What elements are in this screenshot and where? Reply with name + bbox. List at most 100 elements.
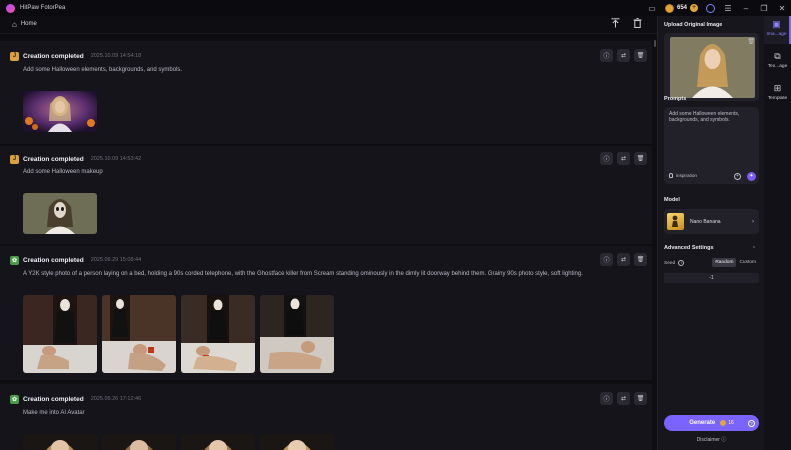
card-prompt: Make me into AI Avatar xyxy=(23,410,85,416)
app-window: HitPaw FotorPea ▭ 654 + ☰ – ❐ ✕ ⌂ Home J… xyxy=(0,0,791,450)
credits-count: 654 xyxy=(676,5,687,11)
generate-label: Generate xyxy=(689,420,716,426)
seed-random-option[interactable]: Random xyxy=(712,258,737,267)
maximize-icon[interactable]: ❐ xyxy=(755,0,773,16)
regenerate-button[interactable]: ⇄ xyxy=(617,392,630,405)
menu-icon[interactable]: ☰ xyxy=(719,0,737,16)
credits-badge[interactable]: 654 + xyxy=(664,3,698,13)
card-prompt: Add some Halloween elements, backgrounds… xyxy=(23,67,183,73)
generate-button[interactable]: Generate 16 ? xyxy=(664,415,759,431)
upload-label: Upload Original Image xyxy=(664,22,723,28)
rail-item-template[interactable]: ⊞ Template xyxy=(764,80,791,108)
regenerate-button[interactable]: ⇄ xyxy=(617,152,630,165)
chat-icon[interactable]: ▭ xyxy=(643,0,661,16)
inspiration-label: inspiration xyxy=(676,173,697,178)
result-thumbnail[interactable] xyxy=(181,295,255,373)
advanced-settings-label: Advanced Settings xyxy=(664,245,714,251)
result-thumbnail[interactable] xyxy=(23,91,97,132)
rail-item-label: Template xyxy=(767,96,788,101)
trash-icon xyxy=(633,18,641,28)
inspiration-button[interactable]: inspiration xyxy=(669,173,697,178)
delete-button[interactable]: 🗑 xyxy=(634,49,647,62)
help-icon[interactable]: ? xyxy=(748,419,755,427)
seed-mode-toggle[interactable]: Random Custom xyxy=(712,258,759,267)
template-icon: ⊞ xyxy=(773,83,782,93)
model-selector[interactable]: Nano Banana › xyxy=(664,209,759,234)
card-badge: J xyxy=(10,154,19,164)
chevron-up-icon[interactable]: ⌃ xyxy=(752,246,756,252)
coin-icon xyxy=(664,3,674,13)
model-label: Model xyxy=(664,197,680,203)
info-icon[interactable]: i xyxy=(678,260,685,266)
image-icon: ▣ xyxy=(772,19,781,29)
model-thumbnail xyxy=(667,213,684,230)
settings-panel: Upload Original Image 🗑 Prompts Add some… xyxy=(657,16,764,450)
result-thumbnail[interactable] xyxy=(23,295,97,373)
disclaimer-link[interactable]: Disclaimer ⓘ xyxy=(658,436,765,443)
creation-feed: J Creation completed 2025.10.09 14:54:18… xyxy=(0,34,652,450)
info-button[interactable]: ⓘ xyxy=(600,152,613,165)
card-badge: J xyxy=(10,51,19,61)
delete-button[interactable]: 🗑 xyxy=(634,253,647,266)
regenerate-button[interactable]: ⇄ xyxy=(617,49,630,62)
card-prompt: A Y2K style photo of a person laying on … xyxy=(23,271,583,277)
seed-input[interactable]: -1 xyxy=(664,273,759,283)
result-thumbnail[interactable] xyxy=(102,295,176,373)
close-icon[interactable]: ✕ xyxy=(773,0,791,16)
info-button[interactable]: ⓘ xyxy=(600,392,613,405)
rail-item-label: Ima...age xyxy=(766,32,787,37)
result-thumbnail[interactable] xyxy=(260,434,334,450)
enhance-prompt-icon[interactable]: ✦ xyxy=(747,172,756,181)
result-thumbnail[interactable] xyxy=(23,193,97,234)
generate-cost: 16 xyxy=(728,420,734,426)
rail-item-label: Tex...age xyxy=(767,64,788,69)
result-thumbnail[interactable] xyxy=(181,434,255,450)
delete-all-button[interactable] xyxy=(631,17,643,29)
creation-card: J Creation completed 2025.10.09 14:53:42… xyxy=(0,146,652,244)
card-title: Creation completed xyxy=(23,155,84,163)
seed-custom-option[interactable]: Custom xyxy=(736,258,759,267)
prompt-text[interactable]: Add some Halloween elements, backgrounds… xyxy=(669,111,753,124)
upload-area[interactable]: 🗑 xyxy=(664,33,759,101)
card-time: 2025.09.29 15:08:44 xyxy=(90,257,142,263)
lightbulb-icon xyxy=(669,173,673,178)
card-prompt: Add some Halloween makeup xyxy=(23,169,103,175)
export-button[interactable] xyxy=(609,17,621,29)
rail-item-text-to-image[interactable]: ⧉ Tex...age xyxy=(764,48,791,76)
card-title: Creation completed xyxy=(23,52,84,60)
model-name: Nano Banana xyxy=(690,218,721,225)
minimize-icon[interactable]: – xyxy=(737,0,755,16)
delete-button[interactable]: 🗑 xyxy=(634,152,647,165)
result-thumbnail[interactable] xyxy=(102,434,176,450)
regenerate-button[interactable]: ⇄ xyxy=(617,253,630,266)
result-thumbnail[interactable] xyxy=(260,295,334,373)
card-time: 2025.09.26 17:12:46 xyxy=(90,396,142,402)
card-title: Creation completed xyxy=(23,256,84,264)
creation-card: J Creation completed 2025.10.09 14:54:18… xyxy=(0,41,652,144)
add-prompt-icon[interactable]: + xyxy=(734,173,741,180)
user-icon[interactable] xyxy=(706,3,715,13)
app-logo-icon xyxy=(6,3,15,13)
rail-item-image[interactable]: ▣ Ima...age xyxy=(764,16,791,44)
info-button[interactable]: ⓘ xyxy=(600,49,613,62)
chevron-right-icon: › xyxy=(752,218,754,225)
plus-icon[interactable]: + xyxy=(690,4,698,12)
upload-icon xyxy=(611,18,619,28)
home-icon[interactable]: ⌂ xyxy=(12,20,17,29)
coin-icon xyxy=(720,420,727,426)
tool-rail: ▣ Ima...age ⧉ Tex...age ⊞ Template xyxy=(764,16,791,450)
result-thumbnail[interactable] xyxy=(23,434,97,450)
info-button[interactable]: ⓘ xyxy=(600,253,613,266)
creation-card: ✿ Creation completed 2025.09.29 15:08:44… xyxy=(0,246,652,380)
app-title: HitPaw FotorPea xyxy=(20,5,66,11)
prompt-input[interactable]: Add some Halloween elements, backgrounds… xyxy=(664,107,759,184)
home-link[interactable]: Home xyxy=(21,21,37,27)
disclaimer-label: Disclaimer xyxy=(696,437,720,443)
original-image xyxy=(670,37,755,98)
creation-card: ✿ Creation completed 2025.09.26 17:12:46… xyxy=(0,384,652,450)
card-time: 2025.10.09 14:54:18 xyxy=(90,53,142,59)
card-badge: ✿ xyxy=(10,255,19,265)
delete-button[interactable]: 🗑 xyxy=(634,392,647,405)
remove-image-icon[interactable]: 🗑 xyxy=(747,38,755,45)
feed-scrollbar[interactable] xyxy=(654,40,656,47)
